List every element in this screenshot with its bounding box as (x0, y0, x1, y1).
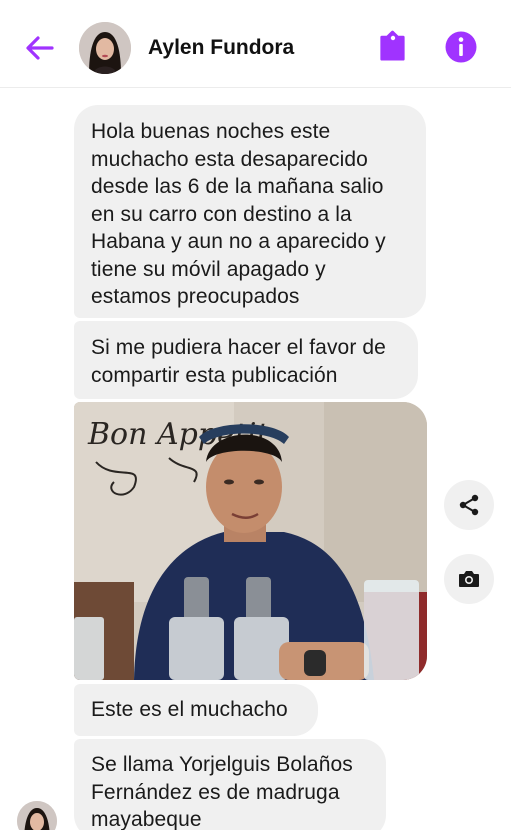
tag-button[interactable] (376, 30, 410, 64)
contact-avatar[interactable] (79, 22, 131, 74)
status-bar (0, 0, 511, 8)
camera-button[interactable] (444, 554, 494, 604)
share-button[interactable] (444, 480, 494, 530)
message-bubble[interactable]: Se llama Yorjelguis Bolaños Fernández es… (74, 739, 386, 830)
info-icon (445, 31, 477, 63)
contact-name[interactable]: Aylen Fundora (148, 36, 294, 60)
tag-icon (380, 30, 405, 61)
info-button[interactable] (444, 30, 478, 64)
chat-header: Aylen Fundora (0, 8, 511, 88)
message-photo[interactable]: Bon Appetit (74, 402, 427, 680)
arrow-left-icon (26, 36, 54, 60)
camera-icon (459, 571, 479, 587)
share-icon (459, 494, 479, 516)
message-bubble[interactable]: Hola buenas noches este muchacho esta de… (74, 105, 426, 318)
message-bubble[interactable]: Si me pudiera hacer el favor de comparti… (74, 321, 418, 399)
back-button[interactable] (22, 30, 58, 66)
sender-avatar (17, 801, 57, 830)
message-bubble[interactable]: Este es el muchacho (74, 684, 318, 736)
